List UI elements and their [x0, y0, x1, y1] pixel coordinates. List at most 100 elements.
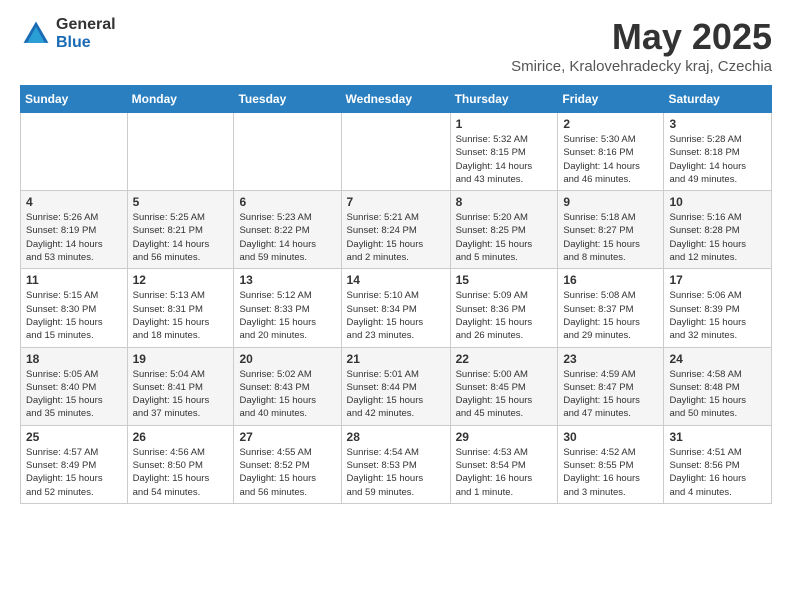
day-number: 7 [347, 195, 445, 209]
calendar-cell: 31Sunrise: 4:51 AM Sunset: 8:56 PM Dayli… [664, 425, 772, 503]
calendar-cell [341, 113, 450, 191]
calendar-cell: 4 Sunrise: 5:26 AM Sunset: 8:19 PM Daylig… [21, 191, 128, 269]
day-number: 29 [456, 430, 553, 444]
header-tuesday: Tuesday [234, 86, 341, 113]
day-number: 4 [26, 195, 122, 209]
logo-general-text: General [56, 16, 116, 34]
day-info: Sunrise: 5:21 AM Sunset: 8:24 PM Dayligh… [347, 211, 445, 264]
day-info: Sunrise: 5:16 AM Sunset: 8:28 PM Dayligh… [669, 211, 766, 264]
day-info: Sunrise: 5:18 AM Sunset: 8:27 PM Dayligh… [563, 211, 658, 264]
logo-icon [20, 18, 52, 50]
header-monday: Monday [127, 86, 234, 113]
day-info: Sunrise: 4:58 AM Sunset: 8:48 PM Dayligh… [669, 368, 766, 421]
calendar-cell: 6 Sunrise: 5:23 AM Sunset: 8:22 PM Daylig… [234, 191, 341, 269]
header-row: SundayMondayTuesdayWednesdayThursdayFrid… [21, 86, 772, 113]
day-number: 27 [239, 430, 335, 444]
calendar-cell: 28 Sunrise: 4:54 AM Sunset: 8:53 PM Dayli… [341, 425, 450, 503]
calendar-cell [127, 113, 234, 191]
calendar-header: SundayMondayTuesdayWednesdayThursdayFrid… [21, 86, 772, 113]
day-info: Sunrise: 5:28 AM Sunset: 8:18 PM Dayligh… [669, 133, 766, 186]
day-info: Sunrise: 5:06 AM Sunset: 8:39 PM Dayligh… [669, 289, 766, 342]
day-info: Sunrise: 5:20 AM Sunset: 8:25 PM Dayligh… [456, 211, 553, 264]
day-info: Sunrise: 5:02 AM Sunset: 8:43 PM Dayligh… [239, 368, 335, 421]
day-info: Sunrise: 4:52 AM Sunset: 8:55 PM Dayligh… [563, 446, 658, 499]
calendar-cell: 11 Sunrise: 5:15 AM Sunset: 8:30 PM Dayli… [21, 269, 128, 347]
day-info: Sunrise: 5:26 AM Sunset: 8:19 PM Dayligh… [26, 211, 122, 264]
calendar-cell: 14 Sunrise: 5:10 AM Sunset: 8:34 PM Dayli… [341, 269, 450, 347]
day-number: 22 [456, 352, 553, 366]
calendar-cell: 13 Sunrise: 5:12 AM Sunset: 8:33 PM Dayli… [234, 269, 341, 347]
day-number: 3 [669, 117, 766, 131]
day-info: Sunrise: 5:10 AM Sunset: 8:34 PM Dayligh… [347, 289, 445, 342]
title-section: May 2025 Smirice, Kralovehradecky kraj, … [511, 16, 772, 75]
day-info: Sunrise: 4:51 AM Sunset: 8:56 PM Dayligh… [669, 446, 766, 499]
calendar-cell [21, 113, 128, 191]
day-number: 25 [26, 430, 122, 444]
day-info: Sunrise: 4:54 AM Sunset: 8:53 PM Dayligh… [347, 446, 445, 499]
day-info: Sunrise: 5:01 AM Sunset: 8:44 PM Dayligh… [347, 368, 445, 421]
day-number: 14 [347, 273, 445, 287]
day-info: Sunrise: 5:13 AM Sunset: 8:31 PM Dayligh… [133, 289, 229, 342]
day-number: 13 [239, 273, 335, 287]
day-info: Sunrise: 5:00 AM Sunset: 8:45 PM Dayligh… [456, 368, 553, 421]
month-year-title: May 2025 [511, 16, 772, 58]
day-info: Sunrise: 4:59 AM Sunset: 8:47 PM Dayligh… [563, 368, 658, 421]
day-number: 26 [133, 430, 229, 444]
calendar-cell: 1Sunrise: 5:32 AM Sunset: 8:15 PM Daylig… [450, 113, 558, 191]
location-subtitle: Smirice, Kralovehradecky kraj, Czechia [511, 58, 772, 75]
week-row-2: 4 Sunrise: 5:26 AM Sunset: 8:19 PM Daylig… [21, 191, 772, 269]
day-info: Sunrise: 5:12 AM Sunset: 8:33 PM Dayligh… [239, 289, 335, 342]
day-number: 15 [456, 273, 553, 287]
header-saturday: Saturday [664, 86, 772, 113]
day-info: Sunrise: 5:15 AM Sunset: 8:30 PM Dayligh… [26, 289, 122, 342]
header-sunday: Sunday [21, 86, 128, 113]
day-info: Sunrise: 5:23 AM Sunset: 8:22 PM Dayligh… [239, 211, 335, 264]
day-number: 11 [26, 273, 122, 287]
calendar-cell: 25 Sunrise: 4:57 AM Sunset: 8:49 PM Dayli… [21, 425, 128, 503]
day-number: 23 [563, 352, 658, 366]
day-number: 8 [456, 195, 553, 209]
day-info: Sunrise: 4:55 AM Sunset: 8:52 PM Dayligh… [239, 446, 335, 499]
calendar-cell: 20 Sunrise: 5:02 AM Sunset: 8:43 PM Dayli… [234, 347, 341, 425]
calendar-cell: 27 Sunrise: 4:55 AM Sunset: 8:52 PM Dayli… [234, 425, 341, 503]
day-info: Sunrise: 5:05 AM Sunset: 8:40 PM Dayligh… [26, 368, 122, 421]
calendar-cell: 21Sunrise: 5:01 AM Sunset: 8:44 PM Dayli… [341, 347, 450, 425]
logo-blue-text: Blue [56, 34, 116, 52]
week-row-4: 18Sunrise: 5:05 AM Sunset: 8:40 PM Dayli… [21, 347, 772, 425]
calendar-cell: 9 Sunrise: 5:18 AM Sunset: 8:27 PM Daylig… [558, 191, 664, 269]
calendar-cell: 23 Sunrise: 4:59 AM Sunset: 8:47 PM Dayli… [558, 347, 664, 425]
week-row-3: 11 Sunrise: 5:15 AM Sunset: 8:30 PM Dayli… [21, 269, 772, 347]
calendar-cell: 15 Sunrise: 5:09 AM Sunset: 8:36 PM Dayli… [450, 269, 558, 347]
header-wednesday: Wednesday [341, 86, 450, 113]
calendar-cell: 24Sunrise: 4:58 AM Sunset: 8:48 PM Dayli… [664, 347, 772, 425]
calendar-body: 1Sunrise: 5:32 AM Sunset: 8:15 PM Daylig… [21, 113, 772, 504]
calendar-cell: 2 Sunrise: 5:30 AM Sunset: 8:16 PM Daylig… [558, 113, 664, 191]
day-number: 20 [239, 352, 335, 366]
day-info: Sunrise: 5:30 AM Sunset: 8:16 PM Dayligh… [563, 133, 658, 186]
calendar-table: SundayMondayTuesdayWednesdayThursdayFrid… [20, 85, 772, 504]
day-number: 16 [563, 273, 658, 287]
calendar-cell: 10 Sunrise: 5:16 AM Sunset: 8:28 PM Dayli… [664, 191, 772, 269]
day-number: 28 [347, 430, 445, 444]
calendar-cell: 22 Sunrise: 5:00 AM Sunset: 8:45 PM Dayli… [450, 347, 558, 425]
header-friday: Friday [558, 86, 664, 113]
day-info: Sunrise: 4:56 AM Sunset: 8:50 PM Dayligh… [133, 446, 229, 499]
calendar-cell: 17Sunrise: 5:06 AM Sunset: 8:39 PM Dayli… [664, 269, 772, 347]
calendar-cell: 29 Sunrise: 4:53 AM Sunset: 8:54 PM Dayli… [450, 425, 558, 503]
logo-text: General Blue [56, 16, 116, 51]
header-thursday: Thursday [450, 86, 558, 113]
calendar-cell: 16 Sunrise: 5:08 AM Sunset: 8:37 PM Dayli… [558, 269, 664, 347]
day-number: 10 [669, 195, 766, 209]
calendar-cell: 26 Sunrise: 4:56 AM Sunset: 8:50 PM Dayli… [127, 425, 234, 503]
day-number: 30 [563, 430, 658, 444]
day-info: Sunrise: 5:09 AM Sunset: 8:36 PM Dayligh… [456, 289, 553, 342]
calendar-cell: 30 Sunrise: 4:52 AM Sunset: 8:55 PM Dayli… [558, 425, 664, 503]
day-number: 2 [563, 117, 658, 131]
day-number: 1 [456, 117, 553, 131]
day-info: Sunrise: 5:08 AM Sunset: 8:37 PM Dayligh… [563, 289, 658, 342]
day-info: Sunrise: 5:04 AM Sunset: 8:41 PM Dayligh… [133, 368, 229, 421]
day-info: Sunrise: 4:53 AM Sunset: 8:54 PM Dayligh… [456, 446, 553, 499]
day-info: Sunrise: 4:57 AM Sunset: 8:49 PM Dayligh… [26, 446, 122, 499]
day-number: 9 [563, 195, 658, 209]
day-number: 6 [239, 195, 335, 209]
